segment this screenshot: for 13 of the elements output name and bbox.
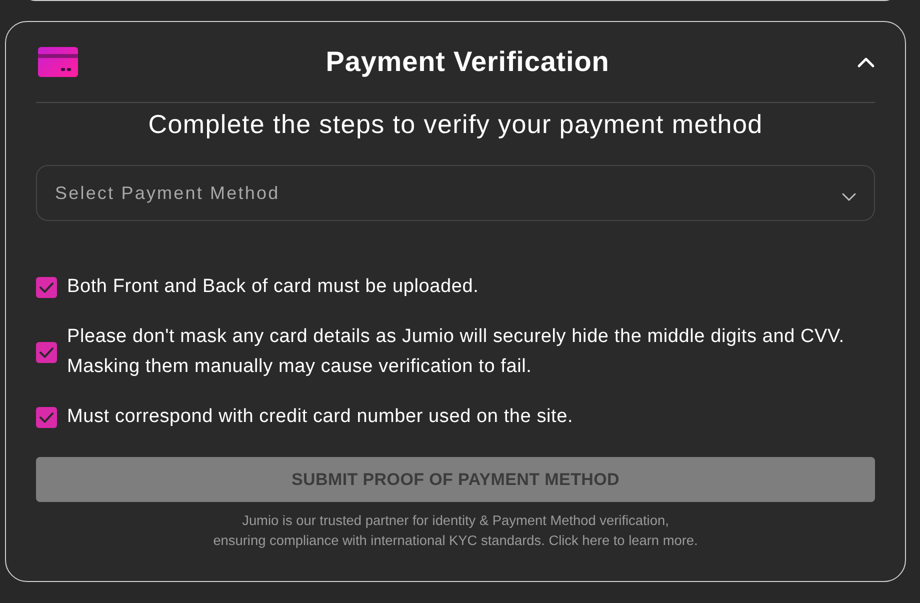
credit-card-icon xyxy=(38,47,78,77)
requirement-text: Both Front and Back of card must be uploaded. xyxy=(67,275,479,299)
requirement-text: Must correspond with credit card number used on the site. xyxy=(67,405,574,429)
panel-title: Payment Verification xyxy=(324,46,610,78)
chevron-down-icon xyxy=(842,192,856,200)
requirement-text: Please don't mask any card details as Jumio will securely hide the middle digits and CVV. Masking them manually may cause verification to fail. xyxy=(67,325,844,379)
checkbox[interactable] xyxy=(36,276,57,298)
instructions-heading: Complete the steps to verify your payment method xyxy=(147,108,764,140)
checkbox[interactable] xyxy=(36,406,57,428)
payment-method-select[interactable]: Select Payment Method xyxy=(36,165,875,221)
chevron-up-icon[interactable] xyxy=(857,56,875,68)
checkbox[interactable] xyxy=(36,342,57,362)
jumio-info-text: Jumio is our trusted partner for identity & Payment Method verification, ensuring compliance with international KYC standards. Click here to learn more. xyxy=(212,512,699,550)
